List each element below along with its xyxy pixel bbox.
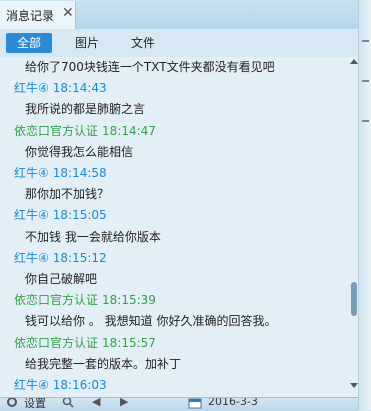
sender-name: 红牛④ <box>14 81 49 96</box>
sender-name: 依恋口官方认证 <box>14 293 99 308</box>
settings-button[interactable]: 设置 <box>24 398 46 411</box>
sender-name: 红牛④ <box>14 208 49 223</box>
message-text: 那你加不加钱？ <box>25 187 110 202</box>
date-display[interactable]: 2016-3-3 <box>208 398 258 408</box>
arrow-right-icon[interactable]: ▶ <box>120 398 128 408</box>
scroll-down-icon[interactable] <box>350 383 358 388</box>
filter-bar: 全部 图片 文件 <box>0 29 358 57</box>
close-icon[interactable]: ✕ <box>62 5 74 21</box>
filter-files-button[interactable]: 文件 <box>120 33 166 53</box>
message-time: 18:14:43 <box>52 81 107 96</box>
message-time: 18:15:57 <box>102 335 156 350</box>
scroll-up-icon[interactable] <box>350 59 358 64</box>
message-header: 依恋口官方认证 18:15:39 <box>0 289 350 311</box>
message-header: 红牛④ 18:15:05 <box>0 204 350 226</box>
scrollbar-thumb[interactable] <box>351 282 357 316</box>
message-time: 18:15:39 <box>102 293 156 308</box>
message-header: 依恋口官方认证 18:14:47 <box>0 120 350 142</box>
arrow-left-icon[interactable]: ◀ <box>92 398 100 408</box>
search-icon[interactable] <box>62 397 74 408</box>
message-text: 不加钱 我一会就给你版本 <box>25 229 161 244</box>
message-text: 你自己破解吧 <box>25 272 98 286</box>
message-header: 红牛④ 18:14:43 <box>0 77 350 99</box>
message-time: 18:15:12 <box>52 250 107 265</box>
sender-name: 红牛④ <box>14 378 49 392</box>
filter-all-button[interactable]: 全部 <box>6 33 52 53</box>
edge-mark <box>362 120 369 122</box>
message-text: 钱可以给你 。 我想知道 你好久准确的回答我。 <box>25 314 277 329</box>
message-time: 18:14:58 <box>52 166 107 180</box>
tab-label: 消息记录 <box>6 9 55 23</box>
message-text: 我所说的都是肺腑之言 <box>25 102 146 117</box>
message-text: 给我完整一套的版本。加补丁 <box>25 356 182 371</box>
message-header: 红牛④ 18:15:12 <box>0 247 350 269</box>
tab-message-history[interactable]: 消息记录 ✕ <box>0 1 76 29</box>
message-text: 给你了700块钱连一个TXT文件夹都没有看见吧 <box>25 60 275 74</box>
sender-name: 依恋口官方认证 <box>14 123 99 138</box>
edge-mark <box>362 80 369 82</box>
message-scrollbar[interactable] <box>350 57 358 397</box>
sender-name: 红牛④ <box>14 166 49 180</box>
message-time: 18:14:47 <box>102 123 156 138</box>
message-time: 18:16:03 <box>52 378 107 392</box>
message-log: 给你了700块钱连一个TXT文件夹都没有看见吧 红牛④ 18:14:43 我所说的都是… <box>0 57 350 397</box>
calendar-icon[interactable] <box>188 397 202 409</box>
filter-images-button[interactable]: 图片 <box>64 33 110 53</box>
message-header: 红牛④ 18:16:03 <box>0 374 350 396</box>
bottom-toolbar: 设置 ◀ ▶ 2016-3-3 <box>0 397 358 411</box>
sender-name: 红牛④ <box>14 250 49 265</box>
sender-name: 依恋口官方认证 <box>14 335 99 350</box>
message-header: 红牛④ 18:14:58 <box>0 162 350 184</box>
message-time: 18:15:05 <box>52 208 107 223</box>
right-window-edge <box>358 0 371 410</box>
message-header: 依恋口官方认证 18:15:57 <box>0 332 350 354</box>
gear-icon[interactable] <box>6 397 18 408</box>
edge-mark <box>362 40 369 42</box>
message-text: 你觉得我怎么能相信 <box>25 144 134 159</box>
tab-bar: 消息记录 ✕ <box>0 0 358 30</box>
